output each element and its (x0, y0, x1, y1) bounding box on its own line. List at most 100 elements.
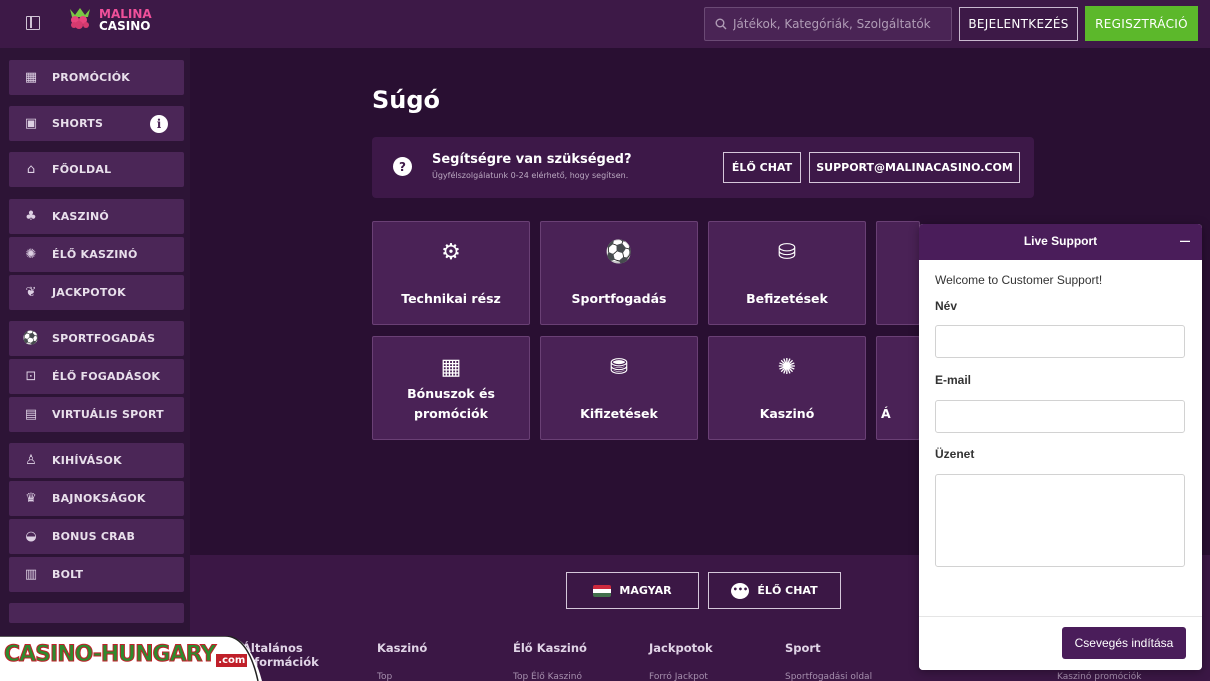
email-label: E-mail (935, 373, 972, 387)
footer-link[interactable]: Top (377, 672, 392, 681)
language-button[interactable]: MAGYAR (566, 572, 699, 609)
name-field[interactable] (935, 325, 1185, 358)
sidebar-item-shop[interactable]: ▥ BOLT (9, 557, 184, 592)
category-label: Á (881, 406, 891, 421)
sidebar-item-label: PROMÓCIÓK (52, 71, 131, 84)
crab-icon: ◒ (25, 529, 37, 544)
start-chat-button[interactable]: Csevegés indítása (1062, 627, 1186, 659)
category-tile-partial-2[interactable]: Á (876, 336, 920, 440)
sidebar-item-challenges[interactable]: ♙ KIHÍVÁSOK (9, 443, 184, 478)
gear-icon: ⚙ (441, 240, 461, 265)
footer-column-jackpots[interactable]: Jackpotok (649, 641, 713, 655)
raspberry-logo-icon (66, 7, 94, 33)
trophy-icon: ♛ (25, 491, 37, 506)
footer-link[interactable]: Kaszinó promóciók (1057, 672, 1141, 681)
login-button[interactable]: BEJELENTKEZÉS (959, 7, 1078, 41)
malina-casino-logo[interactable]: MALINA CASINO (66, 7, 152, 33)
sidebar-item-bonus-crab[interactable]: ◒ BONUS CRAB (9, 519, 184, 554)
register-button[interactable]: REGISZTRÁCIÓ (1085, 6, 1198, 41)
sidebar-item-label: JACKPOTOK (52, 286, 126, 299)
live-support-widget: Live Support – Welcome to Customer Suppo… (919, 224, 1202, 670)
sidebar-item-label: BOLT (52, 568, 84, 581)
category-tile-sports-betting[interactable]: ⚽ Sportfogadás (540, 221, 698, 325)
live-support-title: Live Support (1023, 234, 1098, 248)
footer-link[interactable]: Forró Jackpot (649, 672, 708, 681)
footer-link[interactable]: Sportfogadási oldal (785, 672, 872, 681)
sidebar-item-label: KIHÍVÁSOK (52, 454, 122, 467)
live-support-footer: Csevegés indítása (919, 616, 1202, 670)
sidebar-item-label: ÉLŐ FOGADÁSOK (52, 370, 161, 383)
email-field[interactable] (935, 400, 1185, 433)
hungary-flag-icon (593, 584, 612, 597)
sidebar-item-live-casino[interactable]: ✺ ÉLŐ KASZINÓ (9, 237, 184, 272)
category-label: Sportfogadás (571, 291, 667, 306)
category-tile-partial-1[interactable] (876, 221, 920, 325)
home-icon: ⌂ (26, 162, 36, 177)
live-support-welcome: Welcome to Customer Support! (935, 273, 1103, 287)
sidebar-item-label: SHORTS (52, 117, 104, 130)
footer-chat-label: ÉLŐ CHAT (757, 584, 818, 597)
cherries-icon: ♣ (25, 209, 37, 224)
info-icon[interactable]: i (150, 115, 168, 133)
sidebar-item-label: ÉLŐ KASZINÓ (52, 248, 138, 261)
category-tile-deposits[interactable]: ⛁ Befizetések (708, 221, 866, 325)
sidebar-item-sports-betting[interactable]: ⚽ SPORTFOGADÁS (9, 321, 184, 356)
live-support-header[interactable]: Live Support – (919, 224, 1202, 260)
help-title: Segítségre van szükséged? (432, 152, 632, 167)
live-chat-button[interactable]: ÉLŐ CHAT (723, 152, 801, 183)
name-label: Név (935, 299, 958, 313)
chip-icon: ✺ (777, 355, 797, 380)
coins-out-icon: ⛃ (609, 355, 629, 380)
sidebar-item-partial[interactable] (9, 603, 184, 623)
sidebar-item-shorts[interactable]: ▣ SHORTS i (9, 106, 184, 141)
sidebar-item-live-bets[interactable]: ⊡ ÉLŐ FOGADÁSOK (9, 359, 184, 394)
message-field[interactable] (935, 474, 1185, 567)
search-box[interactable] (704, 7, 952, 41)
sidebar-item-casino[interactable]: ♣ KASZINÓ (9, 199, 184, 234)
category-label: Kaszinó (759, 406, 815, 421)
coins-plus-icon: ⛁ (777, 240, 797, 265)
sidebar-item-label: VIRTUÁLIS SPORT (52, 408, 164, 421)
sidebar-toggle-icon[interactable] (26, 16, 40, 30)
category-tile-technical[interactable]: ⚙ Technikai rész (372, 221, 530, 325)
minimize-icon[interactable]: – (1180, 230, 1190, 251)
category-tile-bonuses[interactable]: ▦ Bónuszok és promóciók (372, 336, 530, 440)
category-tile-withdrawals[interactable]: ⛃ Kifizetések (540, 336, 698, 440)
footer-column-live-casino[interactable]: Élő Kaszinó (513, 641, 587, 655)
category-label: Technikai rész (401, 291, 501, 306)
logo-line2: CASINO (99, 19, 151, 33)
soccer-ball-icon: ⚽ (605, 240, 633, 265)
footer-column-casino[interactable]: Kaszinó (377, 641, 427, 655)
sidebar-item-tournaments[interactable]: ♛ BAJNOKSÁGOK (9, 481, 184, 516)
language-label: MAGYAR (619, 584, 672, 597)
support-email-button[interactable]: SUPPORT@MALINACASINO.COM (809, 152, 1020, 183)
top-header: MALINA CASINO BEJELENTKEZÉS REGISZTRÁCIÓ (0, 0, 1210, 48)
raspberry-icon: ❦ (25, 285, 37, 300)
search-input[interactable] (733, 17, 943, 31)
question-icon: ? (393, 157, 412, 176)
search-icon (715, 18, 727, 30)
soccer-ball-icon: ⚽ (22, 331, 40, 346)
virtual-sport-icon: ▤ (24, 407, 38, 422)
sidebar-item-virtual-sport[interactable]: ▤ VIRTUÁLIS SPORT (9, 397, 184, 432)
footer-column-sport[interactable]: Sport (785, 641, 821, 655)
footer-live-chat-button[interactable]: ••• ÉLŐ CHAT (708, 572, 841, 609)
watermark-text: CASINO-HUNGARY .com (3, 642, 248, 668)
category-label: Kifizetések (580, 406, 658, 421)
help-banner: ? Segítségre van szükséged? Ügyfélszolgá… (372, 137, 1034, 198)
sidebar: ▦ PROMÓCIÓK ▣ SHORTS i ⌂ FŐOLDAL ♣ KASZI… (0, 48, 190, 681)
sidebar-item-promotions[interactable]: ▦ PROMÓCIÓK (9, 60, 184, 95)
footer-link[interactable]: Top Élő Kaszinó (513, 672, 582, 681)
category-label: Befizetések (746, 291, 828, 306)
challenge-icon: ♙ (25, 453, 37, 468)
live-bet-icon: ⊡ (25, 369, 37, 384)
sidebar-item-jackpots[interactable]: ❦ JACKPOTOK (9, 275, 184, 310)
chip-icon: ✺ (25, 247, 37, 262)
message-label: Üzenet (935, 447, 975, 461)
shop-icon: ▥ (24, 567, 38, 582)
sidebar-item-home[interactable]: ⌂ FŐOLDAL (9, 152, 184, 187)
category-label: Bónuszok és promóciók (407, 386, 495, 421)
sidebar-item-label: KASZINÓ (52, 210, 109, 223)
category-tile-casino[interactable]: ✺ Kaszinó (708, 336, 866, 440)
logo-text: MALINA CASINO (99, 8, 152, 32)
